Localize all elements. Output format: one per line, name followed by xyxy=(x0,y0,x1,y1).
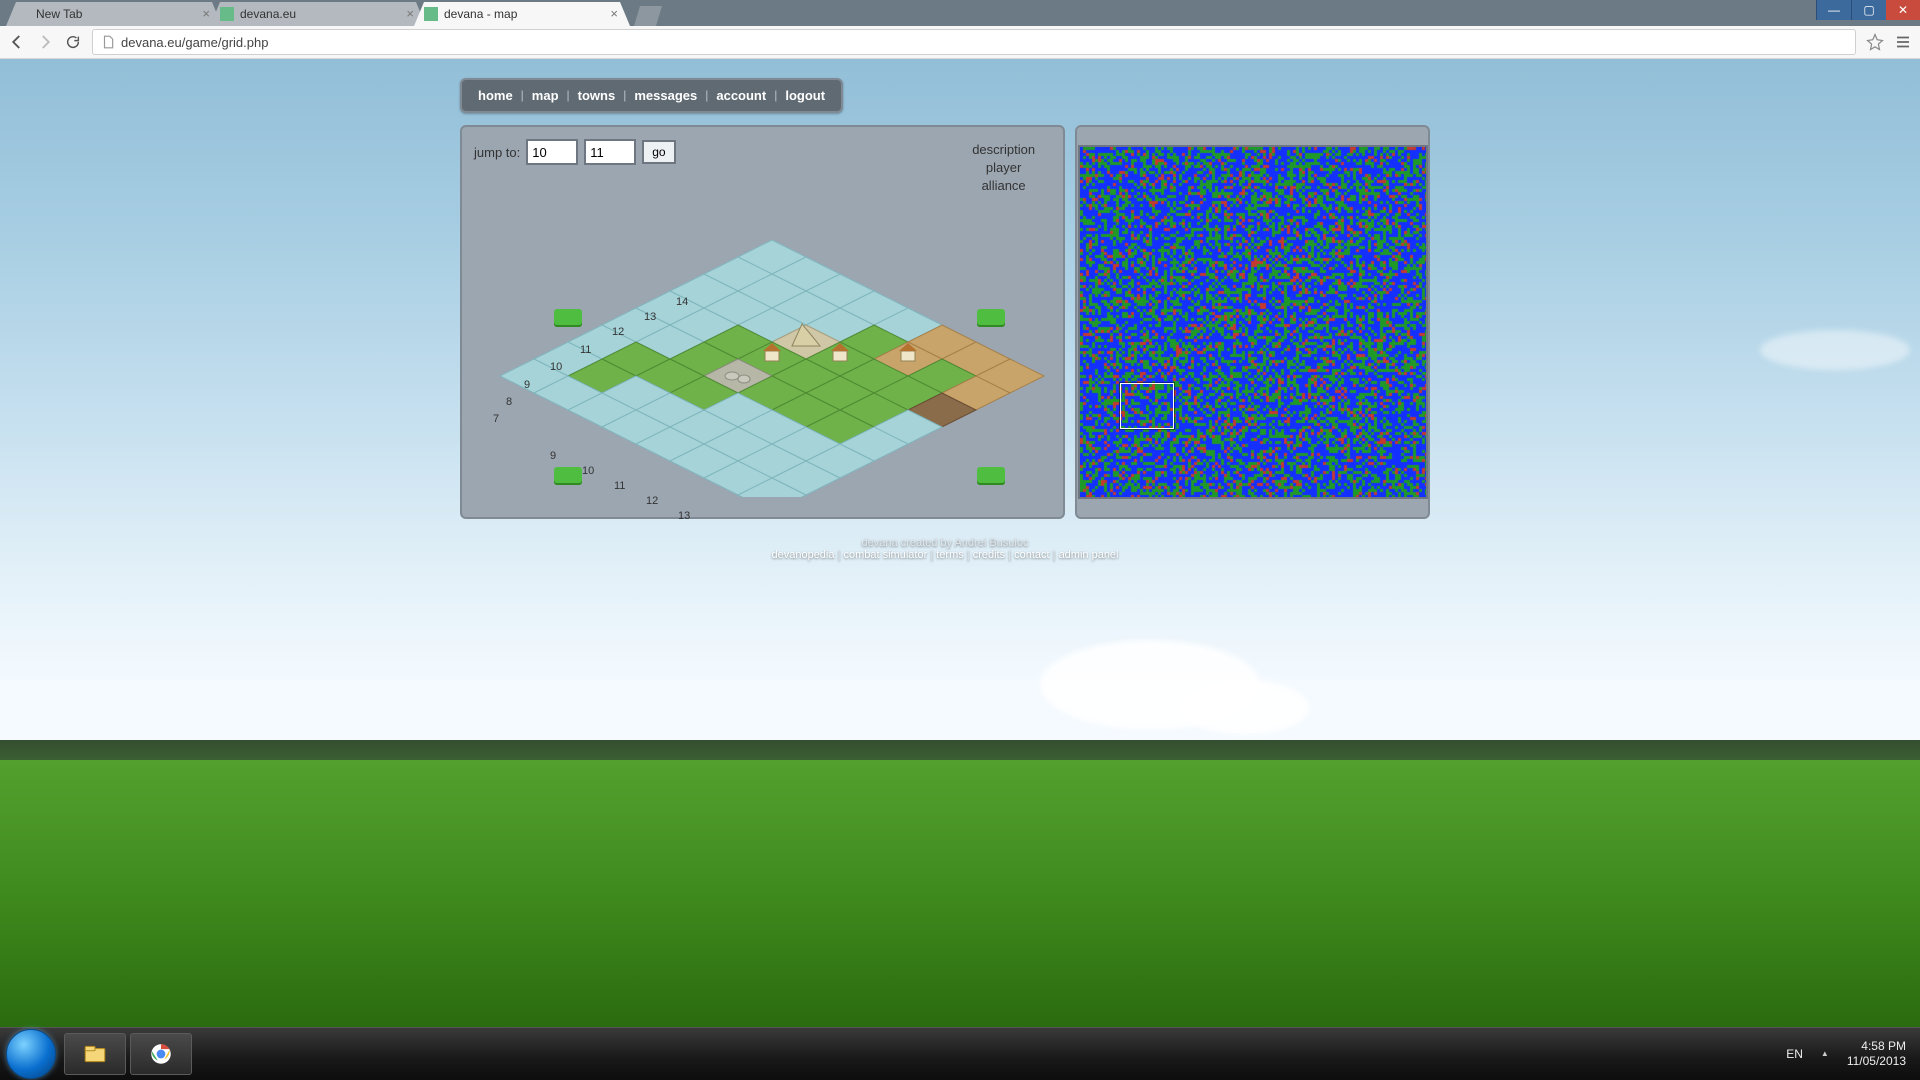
nav-map[interactable]: map xyxy=(524,84,567,107)
page-icon xyxy=(101,35,115,49)
close-window-button[interactable]: ✕ xyxy=(1886,0,1920,20)
url-text: devana.eu/game/grid.php xyxy=(121,35,268,50)
world-minimap[interactable] xyxy=(1078,145,1428,499)
minimize-button[interactable]: — xyxy=(1816,0,1851,20)
nav-account[interactable]: account xyxy=(708,84,774,107)
jump-to-bar: jump to: go xyxy=(474,139,676,165)
coord-label: 12 xyxy=(612,326,624,338)
jump-y-input[interactable] xyxy=(584,139,636,165)
footer-link-admin-panel[interactable]: admin panel xyxy=(1059,549,1119,561)
tab-title: devana.eu xyxy=(240,2,296,26)
tab-title: devana - map xyxy=(444,2,517,26)
coord-label: 14 xyxy=(676,296,688,308)
nav-logout[interactable]: logout xyxy=(777,84,833,107)
browser-toolbar: devana.eu/game/grid.php xyxy=(0,26,1920,59)
coord-label: 13 xyxy=(644,311,656,323)
bookmark-star-icon[interactable] xyxy=(1866,33,1884,51)
start-button[interactable] xyxy=(6,1029,56,1079)
map-panel: jump to: go description player alliance xyxy=(460,125,1065,519)
footer-link-devanopedia[interactable]: devanopedia xyxy=(771,549,834,561)
new-tab-button[interactable] xyxy=(634,6,662,26)
site-favicon xyxy=(220,7,234,21)
tab-title: New Tab xyxy=(36,2,82,26)
page-footer: devana created by Andrei Busuioc devanop… xyxy=(460,537,1430,561)
tab-devana[interactable]: devana.eu × xyxy=(210,2,426,26)
clock-time: 4:58 PM xyxy=(1847,1039,1906,1054)
tray-clock[interactable]: 4:58 PM 11/05/2013 xyxy=(1847,1039,1906,1069)
nav-towns[interactable]: towns xyxy=(570,84,624,107)
footer-links: devanopedia | combat simulator | terms |… xyxy=(460,549,1430,561)
jump-x-input[interactable] xyxy=(526,139,578,165)
tray-show-hidden-icon[interactable]: ▲ xyxy=(1821,1050,1829,1058)
tile-info: description player alliance xyxy=(972,141,1035,195)
coord-label: 10 xyxy=(582,465,594,477)
iso-map[interactable] xyxy=(480,237,1064,497)
coord-label: 11 xyxy=(614,480,625,492)
taskbar-explorer[interactable] xyxy=(64,1033,126,1075)
coord-label: 7 xyxy=(493,413,499,425)
footer-credit: devana created by Andrei Busuioc xyxy=(460,537,1430,549)
coord-label: 13 xyxy=(678,510,690,522)
system-tray: EN ▲ 4:58 PM 11/05/2013 xyxy=(1786,1039,1920,1069)
page-icon xyxy=(16,7,30,21)
address-bar[interactable]: devana.eu/game/grid.php xyxy=(92,29,1856,55)
nav-messages[interactable]: messages xyxy=(626,84,705,107)
coord-label: 11 xyxy=(580,344,591,356)
back-button[interactable] xyxy=(8,33,26,51)
reload-button[interactable] xyxy=(64,33,82,51)
windows-taskbar: EN ▲ 4:58 PM 11/05/2013 xyxy=(0,1027,1920,1080)
page-viewport: home| map| towns| messages| account| log… xyxy=(0,56,1920,1028)
coord-label: 10 xyxy=(550,361,562,373)
footer-link-contact[interactable]: contact xyxy=(1014,549,1049,561)
jump-go-button[interactable]: go xyxy=(642,140,675,164)
chrome-menu-icon[interactable] xyxy=(1894,33,1912,51)
tab-devana-map[interactable]: devana - map × xyxy=(414,2,630,26)
close-icon[interactable]: × xyxy=(406,7,414,20)
game-navbar: home| map| towns| messages| account| log… xyxy=(460,78,843,113)
close-icon[interactable]: × xyxy=(202,7,210,20)
minimap-panel xyxy=(1075,125,1430,519)
footer-link-combat-simulator[interactable]: combat simulator xyxy=(843,549,927,561)
coord-label: 9 xyxy=(524,379,530,391)
close-icon[interactable]: × xyxy=(610,7,618,20)
taskbar-chrome[interactable] xyxy=(130,1033,192,1075)
browser-frame: New Tab × devana.eu × devana - map × — ▢… xyxy=(0,0,1920,56)
coord-label: 8 xyxy=(506,396,512,408)
tile-info-player: player xyxy=(972,159,1035,177)
footer-link-terms[interactable]: terms xyxy=(936,549,964,561)
minimap-viewport[interactable] xyxy=(1120,383,1174,429)
nav-home[interactable]: home xyxy=(470,84,521,107)
coord-label: 12 xyxy=(646,495,658,507)
tile-info-desc: description xyxy=(972,141,1035,159)
window-controls: — ▢ ✕ xyxy=(1816,0,1920,20)
tab-newtab[interactable]: New Tab × xyxy=(6,2,222,26)
footer-link-credits[interactable]: credits xyxy=(973,549,1005,561)
forward-button[interactable] xyxy=(36,33,54,51)
tab-strip: New Tab × devana.eu × devana - map × — ▢… xyxy=(0,0,1920,26)
site-favicon xyxy=(424,7,438,21)
clock-date: 11/05/2013 xyxy=(1847,1054,1906,1069)
jump-label: jump to: xyxy=(474,145,520,160)
coord-label: 9 xyxy=(550,450,556,462)
tile-info-alliance: alliance xyxy=(972,177,1035,195)
maximize-button[interactable]: ▢ xyxy=(1851,0,1886,20)
tray-lang[interactable]: EN xyxy=(1786,1047,1803,1061)
